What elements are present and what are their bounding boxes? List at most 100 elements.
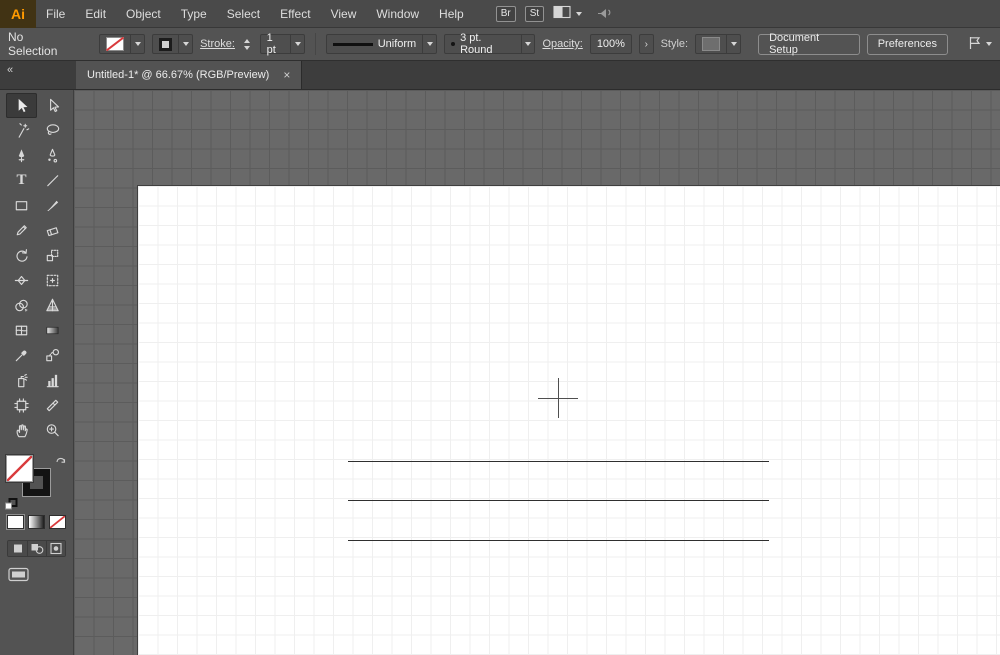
tool-lasso[interactable] <box>37 118 68 143</box>
brush-definition-value: 3 pt. Round <box>460 32 493 56</box>
opacity-options-button[interactable]: › <box>638 34 654 54</box>
chevron-down-icon <box>576 11 583 16</box>
cursor-crosshair-v <box>558 378 559 418</box>
stroke-panel-link[interactable]: Stroke: <box>200 38 235 50</box>
tool-direct-selection[interactable] <box>37 93 68 118</box>
color-button[interactable] <box>7 515 24 529</box>
style-label: Style: <box>660 38 689 50</box>
fill-swatch-none[interactable] <box>6 455 33 482</box>
chevron-down-icon <box>426 42 433 46</box>
drawn-line[interactable] <box>348 461 769 462</box>
swap-fill-stroke-icon[interactable] <box>55 454 67 468</box>
flag-icon <box>967 35 982 53</box>
app-logo: Ai <box>0 0 36 28</box>
default-fill-stroke-icon[interactable] <box>5 498 18 513</box>
stroke-box-icon <box>159 37 173 51</box>
menu-object[interactable]: Object <box>116 7 171 21</box>
draw-normal-button[interactable] <box>8 541 27 556</box>
tool-symbol-sprayer[interactable] <box>6 368 37 393</box>
preferences-button[interactable]: Preferences <box>866 33 948 55</box>
drawn-line[interactable] <box>348 500 769 501</box>
menu-edit[interactable]: Edit <box>75 7 116 21</box>
canvas-pasteboard[interactable] <box>74 90 1000 655</box>
tool-eyedropper[interactable] <box>6 343 37 368</box>
control-bar-menu-dropdown[interactable] <box>967 35 992 53</box>
drawn-line[interactable] <box>348 540 769 541</box>
document-setup-button[interactable]: Document Setup <box>758 32 860 56</box>
brush-preview-icon <box>451 42 456 46</box>
tool-artboard[interactable] <box>6 393 37 418</box>
tool-scale[interactable] <box>37 243 68 268</box>
chevron-down-icon <box>294 42 301 46</box>
tool-shape-builder[interactable] <box>6 293 37 318</box>
tool-column-graph[interactable] <box>37 368 68 393</box>
type-tool-icon: T <box>16 172 27 188</box>
tool-selection[interactable] <box>6 93 37 118</box>
menu-type[interactable]: Type <box>171 7 217 21</box>
arrange-documents-dropdown[interactable] <box>553 5 583 22</box>
tool-free-transform[interactable] <box>37 268 68 293</box>
tool-rotate[interactable] <box>6 243 37 268</box>
artboard[interactable] <box>137 185 1000 655</box>
tool-mesh[interactable] <box>6 318 37 343</box>
tool-gradient[interactable] <box>37 318 68 343</box>
stroke-weight-stepper[interactable] <box>242 38 253 50</box>
selection-status: No Selection <box>8 30 58 58</box>
tool-perspective-grid[interactable] <box>37 293 68 318</box>
tool-paintbrush[interactable] <box>37 193 68 218</box>
none-button[interactable] <box>49 515 66 529</box>
chevron-down-icon <box>730 42 737 46</box>
screen-mode-button[interactable] <box>8 567 30 586</box>
stepper-up-icon <box>244 38 251 43</box>
stock-button[interactable]: St <box>524 5 545 22</box>
chevron-down-icon <box>134 42 141 46</box>
menu-help[interactable]: Help <box>429 7 474 21</box>
width-profile-preview-icon <box>332 42 373 46</box>
graphic-style-dropdown[interactable] <box>695 34 742 54</box>
arrange-documents-icon <box>553 5 572 22</box>
drawing-mode-buttons <box>7 540 66 557</box>
chevron-down-icon <box>986 42 992 46</box>
close-icon[interactable]: × <box>283 69 290 81</box>
tool-slice[interactable] <box>37 393 68 418</box>
fill-color-dropdown[interactable] <box>99 34 146 54</box>
tool-blend[interactable] <box>37 343 68 368</box>
tool-zoom[interactable] <box>37 418 68 443</box>
share-button[interactable] <box>596 5 612 22</box>
bridge-button[interactable]: Br <box>495 5 516 22</box>
tool-type[interactable]: T <box>6 168 37 193</box>
stroke-color-dropdown[interactable] <box>152 34 194 54</box>
menu-effect[interactable]: Effect <box>270 7 320 21</box>
brush-definition-dropdown[interactable]: 3 pt. Round <box>444 32 536 56</box>
tool-hand[interactable] <box>6 418 37 443</box>
draw-inside-button[interactable] <box>46 541 65 556</box>
document-tab-title: Untitled-1* @ 66.67% (RGB/Preview) <box>87 69 270 81</box>
draw-behind-button[interactable] <box>27 541 46 556</box>
menu-file[interactable]: File <box>36 7 75 21</box>
tool-pen[interactable] <box>6 143 37 168</box>
menu-window[interactable]: Window <box>366 7 429 21</box>
tool-rectangle[interactable] <box>6 193 37 218</box>
opacity-field[interactable]: 100% <box>589 34 632 54</box>
style-swatch-icon <box>702 37 721 51</box>
tab-bar: « Untitled-1* @ 66.67% (RGB/Preview) × <box>0 61 1000 90</box>
document-tab[interactable]: Untitled-1* @ 66.67% (RGB/Preview) × <box>76 61 303 89</box>
menu-select[interactable]: Select <box>217 7 270 21</box>
stroke-weight-value: 1 pt <box>266 32 276 56</box>
tool-width[interactable] <box>6 268 37 293</box>
tool-eraser[interactable] <box>37 218 68 243</box>
menu-bar: Ai File Edit Object Type Select Effect V… <box>0 0 1000 28</box>
width-profile-value: Uniform <box>377 38 417 50</box>
gradient-button[interactable] <box>28 515 45 529</box>
variable-width-profile-dropdown[interactable]: Uniform <box>325 34 438 54</box>
tool-pencil[interactable] <box>6 218 37 243</box>
menu-view[interactable]: View <box>321 7 367 21</box>
opacity-panel-link[interactable]: Opacity: <box>542 38 582 50</box>
tool-curvature[interactable] <box>37 143 68 168</box>
tool-magic-wand[interactable] <box>6 118 37 143</box>
tool-line-segment[interactable] <box>37 168 68 193</box>
collapse-panel-button[interactable]: « <box>7 64 13 76</box>
tools-panel-header: « <box>0 61 74 89</box>
separator <box>314 33 316 55</box>
stroke-weight-dropdown[interactable]: 1 pt <box>259 32 305 56</box>
